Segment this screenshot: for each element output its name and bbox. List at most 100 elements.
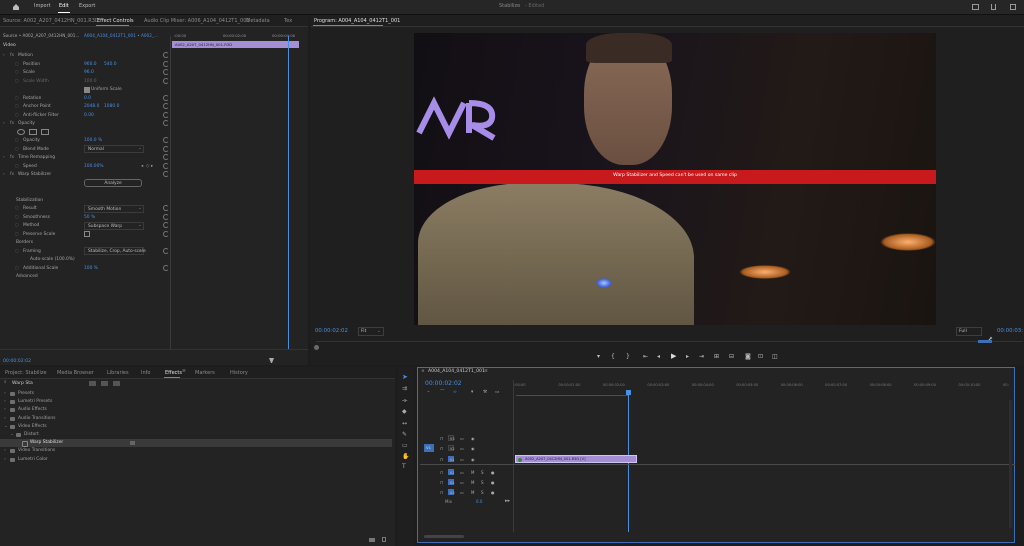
reset-parameter-icon[interactable]	[163, 162, 169, 169]
reset-parameter-icon[interactable]	[163, 137, 169, 143]
rectangle-tool-icon[interactable]: ▭	[402, 443, 408, 449]
add-marker-timeline-icon[interactable]: ▾	[471, 390, 473, 396]
ec-value-1[interactable]: 100.0 %	[84, 138, 102, 143]
mute-icon[interactable]: M	[471, 480, 474, 485]
nav-import[interactable]: Import	[34, 4, 51, 9]
linked-selection-icon[interactable]: ∞	[453, 390, 457, 396]
reset-parameter-icon[interactable]	[163, 213, 169, 220]
stopwatch-icon[interactable]: ◌	[15, 249, 19, 254]
snap-icon[interactable]: ⌒	[440, 390, 445, 396]
reset-parameter-icon[interactable]	[163, 77, 169, 84]
hand-tool-icon[interactable]: ✋	[402, 454, 409, 460]
ec-value-1[interactable]: 96.0	[84, 70, 94, 75]
ec-value-1[interactable]: 0.00	[84, 113, 94, 118]
lock-icon[interactable]: ⊓	[440, 470, 443, 475]
slip-tool-icon[interactable]: ↔	[402, 421, 407, 427]
sync-lock-icon[interactable]: ▭	[460, 490, 464, 495]
tree-chevron-icon[interactable]: ›	[4, 448, 6, 453]
expand-chevron-icon[interactable]: ›	[3, 53, 5, 58]
effects-tree-item[interactable]: › Audio Effects	[0, 406, 392, 414]
lock-icon[interactable]: ⊓	[440, 457, 443, 462]
track-target[interactable]: V1	[448, 456, 454, 462]
mute-icon[interactable]: M	[471, 470, 474, 475]
tree-chevron-icon[interactable]: ›	[4, 457, 6, 462]
stopwatch-icon[interactable]: ◌	[15, 62, 19, 67]
32bit-effects-filter-icon[interactable]	[101, 381, 108, 386]
captions-icon[interactable]: ▭	[495, 390, 499, 396]
stopwatch-icon[interactable]: ◌	[15, 138, 19, 143]
analyze-button[interactable]: Analyze	[84, 178, 142, 187]
track-target[interactable]: V3	[448, 435, 454, 441]
ec-select[interactable]: Smooth Motion ⌄	[84, 204, 144, 213]
track-target[interactable]: A2	[448, 479, 454, 485]
effects-tree-item[interactable]: › Lumetri Presets	[0, 398, 392, 406]
tree-chevron-icon[interactable]: ⌄	[4, 424, 8, 429]
reset-parameter-icon[interactable]	[163, 222, 169, 228]
quality-dropdown[interactable]: Full	[956, 327, 982, 336]
ec-value-2[interactable]: 1080.0	[104, 104, 119, 109]
fit-dropdown[interactable]: Fit ⌄	[358, 327, 384, 336]
sync-lock-icon[interactable]: ▭	[460, 457, 464, 462]
mark-in-icon[interactable]: {	[611, 354, 615, 360]
nav-export[interactable]: Export	[79, 4, 95, 9]
track-target[interactable]: A3	[448, 489, 454, 495]
step-back-icon[interactable]: ◂	[657, 354, 660, 360]
ec-playhead[interactable]	[288, 36, 289, 349]
fullscreen-icon[interactable]	[1010, 4, 1016, 10]
tab-source[interactable]: Source: A002_A207_0412HN_001.R3D	[3, 18, 99, 24]
eye-icon[interactable]: ◉	[471, 436, 475, 441]
nest-icon[interactable]: ⌁	[427, 390, 430, 396]
ec-value-1[interactable]: 100 %	[84, 266, 98, 271]
tab-libraries[interactable]: Libraries	[107, 370, 129, 376]
fx-toggle-icon[interactable]: fx	[10, 172, 14, 177]
sync-lock-icon[interactable]: ▭	[460, 480, 464, 485]
tab-media-browser[interactable]: Media Browser	[57, 370, 94, 376]
export-frame-icon[interactable]: ◙	[745, 354, 751, 360]
stopwatch-icon[interactable]: ◌	[15, 232, 19, 237]
reset-parameter-icon[interactable]	[163, 154, 169, 160]
tree-chevron-icon[interactable]: ›	[4, 407, 6, 412]
stopwatch-icon[interactable]: ◌	[15, 147, 19, 152]
reset-parameter-icon[interactable]	[163, 103, 169, 109]
track-target[interactable]: V2	[448, 445, 454, 451]
effects-tree-item[interactable]: › Lumetri Color	[0, 456, 392, 464]
program-playhead-handle[interactable]	[314, 345, 319, 350]
effects-menu-icon[interactable]: ≡	[182, 369, 186, 375]
tab-markers[interactable]: Markers	[195, 370, 215, 376]
lock-icon[interactable]: ⊓	[440, 436, 443, 441]
delete-icon[interactable]	[382, 537, 386, 542]
effects-tree-item[interactable]: ⌄ Distort	[0, 431, 392, 439]
tree-chevron-icon[interactable]: ⌄	[10, 432, 14, 437]
lock-icon[interactable]: ⊓	[440, 446, 443, 451]
tab-metadata[interactable]: Metadata	[246, 18, 270, 24]
fx-toggle-icon[interactable]: fx	[10, 121, 14, 126]
timeline-close-icon[interactable]: ×	[421, 369, 425, 375]
workspaces-icon[interactable]	[972, 4, 979, 10]
reset-parameter-icon[interactable]	[163, 52, 169, 58]
tab-program[interactable]: Program: A004_A104_0412T1_001	[314, 18, 400, 24]
stopwatch-icon[interactable]: ◌	[15, 223, 19, 228]
selection-tool-icon[interactable]: ➤	[402, 374, 408, 381]
solo-icon[interactable]: S	[481, 480, 484, 485]
ec-value-2[interactable]: 540.0	[104, 62, 117, 67]
keyframe-prev-icon[interactable]: ◂	[141, 164, 143, 169]
effects-tree-item[interactable]: Warp Stabilizer	[0, 439, 392, 448]
timeline-v-scrollbar[interactable]	[1009, 400, 1012, 528]
tree-chevron-icon[interactable]: ›	[4, 391, 6, 396]
reset-parameter-icon[interactable]	[163, 94, 169, 101]
ec-value-1[interactable]: 0.0	[84, 96, 91, 101]
expand-chevron-icon[interactable]: ›	[3, 155, 5, 160]
effects-tree-item[interactable]: › Video Transitions	[0, 447, 392, 455]
fx-toggle-icon[interactable]: fx	[10, 53, 14, 58]
stopwatch-icon[interactable]: ◌	[15, 215, 19, 220]
play-icon[interactable]: ▶	[671, 353, 676, 360]
mark-out-icon[interactable]: }	[626, 354, 630, 360]
vr-icon[interactable]: ◫	[772, 354, 778, 360]
ec-value-1[interactable]: 50 %	[84, 215, 95, 220]
reset-parameter-icon[interactable]	[163, 60, 169, 67]
effects-search[interactable]: ⌕ Warp Sta	[4, 380, 84, 387]
razor-tool-icon[interactable]: ◆	[402, 409, 407, 415]
nav-edit[interactable]: Edit	[59, 4, 69, 9]
timeline-sequence-name[interactable]: A004_A104_0412T1_001	[428, 369, 485, 375]
overwrite-icon[interactable]: ⊟	[729, 354, 734, 360]
